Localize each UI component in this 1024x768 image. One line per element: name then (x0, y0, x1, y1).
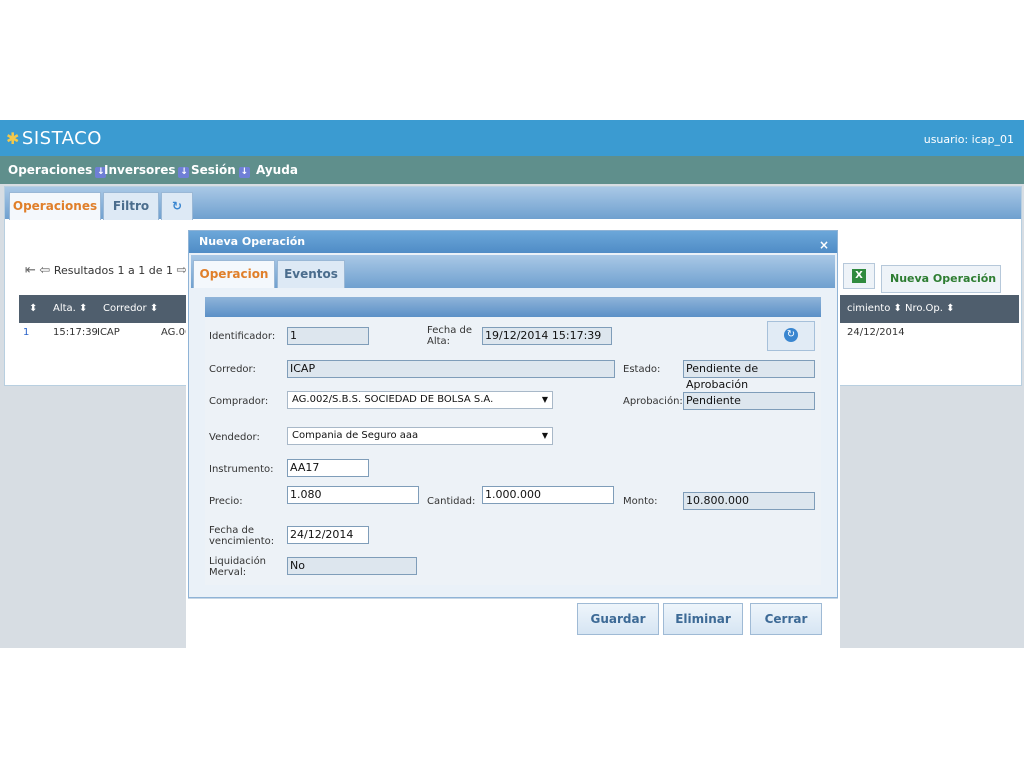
pager-text: Resultados 1 a 1 de 1 (53, 264, 173, 277)
identificador-label: Identificador: (209, 331, 276, 342)
dialog-title-text: Nueva Operación (199, 235, 306, 248)
col-vencimiento[interactable]: cimiento ⬍ (847, 303, 902, 314)
chevron-down-icon: ▼ (541, 395, 548, 404)
prev-page-icon[interactable]: ⇦ (39, 263, 50, 278)
col-corredor[interactable]: Corredor ⬍ (103, 303, 158, 314)
col-corredor-label: Corredor (103, 303, 147, 314)
liquidacion-merval-label: Liquidación Merval: (209, 556, 267, 578)
cerrar-button[interactable]: Cerrar (750, 603, 822, 635)
top-header: ✱ SISTACO usuario: icap_01 (0, 120, 1024, 156)
menu-sesion[interactable]: Sesión ↓ (191, 163, 250, 178)
refresh-icon: ↻ (784, 328, 798, 342)
arrow-down-icon: ↓ (178, 167, 190, 178)
estado-label: Estado: (623, 364, 661, 375)
aprobacion-field: Pendiente (683, 392, 815, 410)
fecha-alta-field: 19/12/2014 15:17:39 (482, 327, 612, 345)
precio-label: Precio: (209, 496, 243, 507)
col-nro-op-label: Nro.Op. (905, 303, 943, 314)
dialog-footer: Guardar Eliminar Cerrar (188, 598, 838, 648)
first-page-icon[interactable]: ⇤ (25, 263, 36, 278)
main-menu: Operaciones ↓ Inversores ↓ Sesión ↓ Ayuda (0, 156, 1024, 184)
corredor-label: Corredor: (209, 364, 256, 375)
arrow-down-icon: ↓ (238, 167, 250, 178)
menu-ayuda-label: Ayuda (256, 163, 298, 177)
aprobacion-label: Aprobación: (623, 396, 683, 407)
app-logo: ✱ SISTACO (6, 128, 102, 149)
cantidad-input[interactable]: 1.000.000 (482, 486, 614, 504)
operation-form: Identificador: 1 Fecha de Alta: 19/12/20… (205, 297, 821, 585)
close-icon[interactable]: × (819, 234, 829, 256)
comprador-label: Comprador: (209, 396, 269, 407)
col-alta[interactable]: Alta. ⬍ (53, 303, 87, 314)
instrumento-input[interactable]: AA17 (287, 459, 369, 477)
runner-logo-icon: ✱ (6, 129, 20, 148)
comprador-select[interactable]: AG.002/S.B.S. SOCIEDAD DE BOLSA S.A. ▼ (287, 391, 553, 409)
form-header-band (205, 297, 821, 317)
col-alta-label: Alta. (53, 303, 76, 314)
precio-input[interactable]: 1.080 (287, 486, 419, 504)
monto-field: 10.800.000 (683, 492, 815, 510)
row-corredor: ICAP (97, 327, 120, 338)
row-alta: 15:17:39 (53, 327, 98, 338)
pager: ⇤ ⇦ Resultados 1 a 1 de 1 ⇨ ⇥ (25, 263, 202, 278)
sort-icon[interactable]: ⬍ (29, 303, 37, 314)
tab-eventos[interactable]: Eventos (277, 260, 345, 288)
dialog-tabstrip: Operacion Eventos (191, 255, 835, 288)
monto-label: Monto: (623, 496, 658, 507)
liquidacion-merval-field: No (287, 557, 417, 575)
fecha-vencimiento-input[interactable]: 24/12/2014 (287, 526, 369, 544)
tab-refresh[interactable]: ↻ (161, 192, 193, 220)
corredor-field: ICAP (287, 360, 615, 378)
app-logo-text: SISTACO (21, 128, 102, 149)
col-nro-op[interactable]: Nro.Op. ⬍ (905, 303, 954, 314)
instrumento-label: Instrumento: (209, 464, 274, 475)
guardar-button[interactable]: Guardar (577, 603, 659, 635)
row-vencimiento: 24/12/2014 (847, 327, 905, 338)
chevron-down-icon: ▼ (541, 431, 548, 440)
identificador-field: 1 (287, 327, 369, 345)
user-label: usuario: icap_01 (923, 133, 1014, 146)
nueva-operacion-label: Nueva Operación (890, 272, 997, 285)
nueva-operacion-dialog: Nueva Operación × Operacion Eventos Ident… (188, 230, 838, 598)
export-excel-button[interactable]: X (843, 263, 875, 289)
refresh-icon: ↻ (171, 199, 183, 213)
estado-field: Pendiente de Aprobación (683, 360, 815, 391)
fecha-vencimiento-label: Fecha de vencimiento: (209, 525, 275, 547)
app-screen: ✱ SISTACO usuario: icap_01 Operaciones ↓ I… (0, 120, 1024, 648)
row-id[interactable]: 1 (23, 327, 29, 338)
fecha-alta-label: Fecha de Alta: (427, 325, 472, 347)
menu-inversores[interactable]: Inversores ↓ (104, 163, 190, 178)
menu-sesion-label: Sesión (191, 163, 236, 177)
vendedor-selected-value: Compania de Seguro aaa (292, 430, 419, 441)
col-vencimiento-label: cimiento (847, 303, 891, 314)
tab-filtro[interactable]: Filtro (103, 192, 159, 220)
main-tabstrip: Operaciones Filtro ↻ (5, 187, 1021, 220)
eliminar-button[interactable]: Eliminar (663, 603, 743, 635)
cantidad-label: Cantidad: (427, 496, 476, 507)
menu-ayuda[interactable]: Ayuda (256, 163, 298, 177)
tab-operacion[interactable]: Operacion (193, 260, 275, 288)
refresh-button[interactable]: ↻ (767, 321, 815, 351)
excel-icon: X (852, 269, 866, 283)
comprador-selected-value: AG.002/S.B.S. SOCIEDAD DE BOLSA S.A. (292, 394, 494, 405)
nueva-operacion-button[interactable]: Nueva Operación+ (881, 265, 1001, 312)
vendedor-select[interactable]: Compania de Seguro aaa ▼ (287, 427, 553, 445)
menu-inversores-label: Inversores (104, 163, 176, 177)
menu-operaciones[interactable]: Operaciones ↓ (8, 163, 107, 178)
tab-operaciones[interactable]: Operaciones (9, 192, 101, 220)
dialog-title: Nueva Operación × (189, 231, 837, 253)
vendedor-label: Vendedor: (209, 432, 260, 443)
menu-operaciones-label: Operaciones (8, 163, 93, 177)
